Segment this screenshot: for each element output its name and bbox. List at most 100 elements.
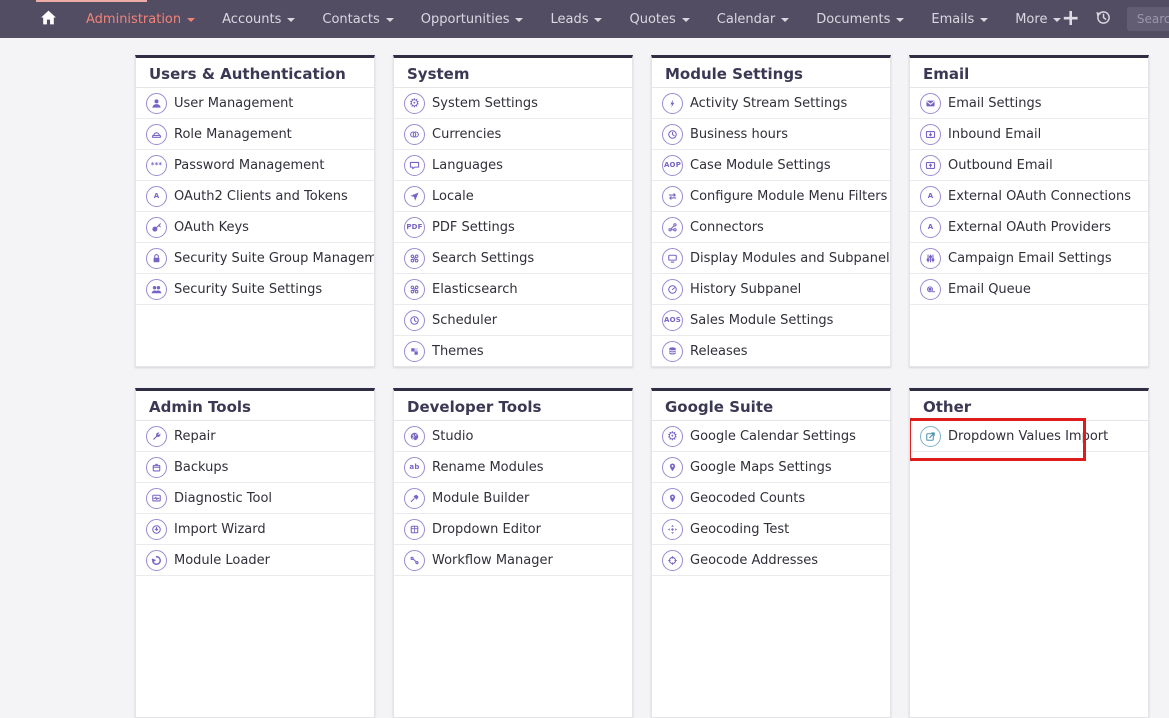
admin-panel-google-suite: Google Suite ⚙ Google Calendar Settings … — [651, 388, 891, 718]
admin-link-google-maps-settings[interactable]: Google Maps Settings — [652, 452, 890, 483]
admin-link-scheduler[interactable]: Scheduler — [394, 305, 632, 336]
oauth-icon: A — [920, 217, 941, 238]
admin-link-geocode-addresses[interactable]: Geocode Addresses — [652, 545, 890, 576]
admin-link-system-settings[interactable]: ⚙ System Settings — [394, 88, 632, 119]
admin-link-external-oauth-connections[interactable]: A External OAuth Connections — [910, 181, 1148, 212]
admin-link-sales-module-settings[interactable]: AOS Sales Module Settings — [652, 305, 890, 336]
snail-icon — [920, 279, 941, 300]
admin-link-campaign-email-settings[interactable]: Campaign Email Settings — [910, 243, 1148, 274]
chevron-down-icon — [386, 18, 394, 22]
nav-item-calendar[interactable]: Calendar — [717, 12, 789, 27]
dropdown-grid-icon — [404, 519, 425, 540]
admin-link-elasticsearch[interactable]: Elasticsearch — [394, 274, 632, 305]
oauth-icon: A — [146, 186, 167, 207]
admin-panel-email: Email Email Settings Inbound Email Outbo… — [909, 55, 1149, 367]
admin-link-label: Email Settings — [948, 96, 1042, 111]
home-button[interactable] — [40, 9, 57, 30]
admin-link-label: Activity Stream Settings — [690, 96, 847, 111]
admin-link-activity-stream-settings[interactable]: Activity Stream Settings — [652, 88, 890, 119]
admin-link-inbound-email[interactable]: Inbound Email — [910, 119, 1148, 150]
aos-icon: AOS — [662, 310, 683, 331]
password-icon: *** — [146, 155, 167, 176]
nav-item-opportunities[interactable]: Opportunities — [421, 12, 524, 27]
home-icon — [40, 9, 57, 30]
admin-link-external-oauth-providers[interactable]: A External OAuth Providers — [910, 212, 1148, 243]
admin-link-connectors[interactable]: Connectors — [652, 212, 890, 243]
panel-title: Email — [910, 58, 1148, 88]
admin-link-security-suite-group-management[interactable]: Security Suite Group Management — [136, 243, 374, 274]
admin-link-history-subpanel[interactable]: History Subpanel — [652, 274, 890, 305]
admin-link-label: System Settings — [432, 96, 538, 111]
admin-link-workflow-manager[interactable]: Workflow Manager — [394, 545, 632, 576]
admin-link-repair[interactable]: Repair — [136, 421, 374, 452]
admin-link-business-hours[interactable]: Business hours — [652, 119, 890, 150]
ab-icon: ab — [404, 457, 425, 478]
admin-link-currencies[interactable]: Currencies — [394, 119, 632, 150]
nav-item-quotes[interactable]: Quotes — [629, 12, 689, 27]
admin-link-diagnostic-tool[interactable]: Diagnostic Tool — [136, 483, 374, 514]
nav-item-contacts[interactable]: Contacts — [322, 12, 393, 27]
admin-link-geocoded-counts[interactable]: Geocoded Counts — [652, 483, 890, 514]
admin-link-studio[interactable]: Studio — [394, 421, 632, 452]
admin-link-display-modules-and-subpanels[interactable]: Display Modules and Subpanels — [652, 243, 890, 274]
admin-link-module-builder[interactable]: Module Builder — [394, 483, 632, 514]
admin-link-search-settings[interactable]: Search Settings — [394, 243, 632, 274]
admin-link-case-module-settings[interactable]: AOP Case Module Settings — [652, 150, 890, 181]
arrows-swap-icon — [662, 186, 683, 207]
admin-link-email-queue[interactable]: Email Queue — [910, 274, 1148, 305]
envelope-up-icon — [920, 155, 941, 176]
admin-link-role-management[interactable]: Role Management — [136, 119, 374, 150]
admin-link-password-management[interactable]: *** Password Management — [136, 150, 374, 181]
layers-icon — [662, 341, 683, 362]
quick-create-plus-icon[interactable]: + — [1061, 8, 1079, 30]
currency-icon — [404, 124, 425, 145]
history-button[interactable] — [1095, 9, 1112, 30]
admin-link-email-settings[interactable]: Email Settings — [910, 88, 1148, 119]
admin-link-oauth2-clients-and-tokens[interactable]: A OAuth2 Clients and Tokens — [136, 181, 374, 212]
nav-item-emails[interactable]: Emails — [931, 12, 988, 27]
monitor-pulse-icon — [146, 488, 167, 509]
admin-link-label: Dropdown Values Import — [948, 429, 1108, 444]
gauge-icon — [662, 279, 683, 300]
admin-link-locale[interactable]: Locale — [394, 181, 632, 212]
nav-item-administration[interactable]: Administration — [86, 12, 195, 27]
palette-icon — [404, 426, 425, 447]
admin-link-releases[interactable]: Releases — [652, 336, 890, 367]
builder-icon — [404, 488, 425, 509]
search-input[interactable] — [1127, 7, 1169, 31]
admin-link-dropdown-editor[interactable]: Dropdown Editor — [394, 514, 632, 545]
admin-link-backups[interactable]: Backups — [136, 452, 374, 483]
crosshair-icon — [662, 550, 683, 571]
nav-item-documents[interactable]: Documents — [816, 12, 904, 27]
top-navbar: Administration Accounts Contacts Opportu… — [0, 0, 1169, 38]
nav-item-more[interactable]: More — [1015, 12, 1061, 27]
nav-item-label: Administration — [86, 12, 181, 27]
nav-item-accounts[interactable]: Accounts — [222, 12, 295, 27]
admin-link-label: Role Management — [174, 127, 292, 142]
admin-link-themes[interactable]: Themes — [394, 336, 632, 367]
admin-link-label: Configure Module Menu Filters — [690, 189, 887, 204]
admin-link-languages[interactable]: Languages — [394, 150, 632, 181]
admin-link-module-loader[interactable]: Module Loader — [136, 545, 374, 576]
admin-link-configure-module-menu-filters[interactable]: Configure Module Menu Filters — [652, 181, 890, 212]
panel-item-list: User Management Role Management *** Pass… — [136, 88, 374, 305]
admin-link-label: User Management — [174, 96, 293, 111]
nav-item-leads[interactable]: Leads — [550, 12, 602, 27]
admin-link-security-suite-settings[interactable]: Security Suite Settings — [136, 274, 374, 305]
admin-link-import-wizard[interactable]: Import Wizard — [136, 514, 374, 545]
admin-link-label: Repair — [174, 429, 216, 444]
admin-link-pdf-settings[interactable]: PDF PDF Settings — [394, 212, 632, 243]
admin-link-oauth-keys[interactable]: OAuth Keys — [136, 212, 374, 243]
panel-item-list: Studio ab Rename Modules Module Builder … — [394, 421, 632, 576]
admin-link-label: Workflow Manager — [432, 553, 553, 568]
admin-link-google-calendar-settings[interactable]: ⚙ Google Calendar Settings — [652, 421, 890, 452]
admin-link-dropdown-values-import[interactable]: Dropdown Values Import — [910, 421, 1148, 452]
admin-link-user-management[interactable]: User Management — [136, 88, 374, 119]
admin-link-geocoding-test[interactable]: Geocoding Test — [652, 514, 890, 545]
admin-link-rename-modules[interactable]: ab Rename Modules — [394, 452, 632, 483]
nav-item-label: Emails — [931, 12, 974, 27]
admin-link-outbound-email[interactable]: Outbound Email — [910, 150, 1148, 181]
admin-link-label: Import Wizard — [174, 522, 266, 537]
chevron-down-icon — [287, 18, 295, 22]
admin-link-label: History Subpanel — [690, 282, 801, 297]
